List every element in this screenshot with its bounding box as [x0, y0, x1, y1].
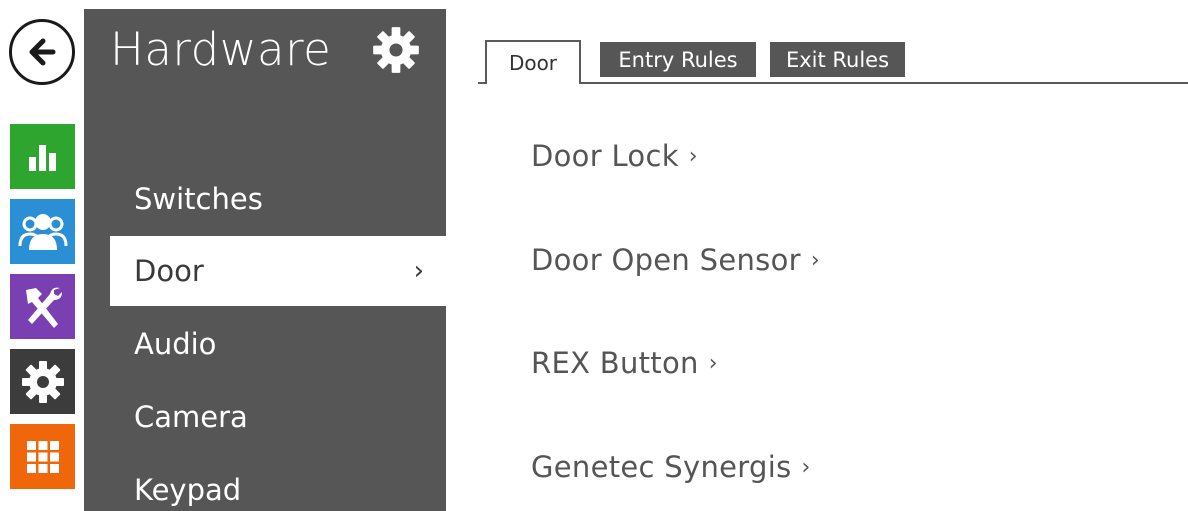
door-open-sensor-link[interactable]: Door Open Sensor › — [531, 243, 820, 277]
app-rail — [0, 0, 84, 511]
gear-icon — [373, 27, 419, 73]
genetec-synergis-link[interactable]: Genetec Synergis › — [531, 450, 811, 484]
nav-item-door[interactable]: Door › — [110, 236, 446, 306]
tools-icon — [25, 287, 62, 328]
active-tab-gap — [487, 82, 579, 85]
page-title: Hardware — [110, 23, 332, 76]
nav-item-keypad[interactable]: Keypad — [84, 455, 446, 511]
nav-item-label: Keypad — [134, 473, 242, 507]
rail-directory-button[interactable] — [10, 199, 75, 264]
rail-services-button[interactable] — [10, 274, 75, 339]
tab-door[interactable]: Door — [485, 40, 581, 84]
nav-item-audio[interactable]: Audio — [84, 309, 446, 379]
chevron-right-icon: › — [708, 351, 718, 376]
chevron-right-icon: › — [801, 455, 811, 480]
nav-item-label: Audio — [134, 327, 217, 361]
nav-item-switches[interactable]: Switches — [84, 164, 446, 234]
users-icon — [18, 213, 67, 250]
link-label: Genetec Synergis — [531, 450, 792, 484]
door-lock-link[interactable]: Door Lock › — [531, 139, 698, 173]
rail-status-button[interactable] — [10, 124, 75, 189]
back-arrow-icon — [29, 38, 56, 66]
chevron-right-icon: › — [413, 256, 424, 286]
nav-item-label: Camera — [134, 400, 248, 434]
nav-item-label: Door — [134, 254, 204, 288]
bar-chart-icon — [28, 144, 56, 171]
chevron-right-icon: › — [688, 144, 698, 169]
grid-icon — [26, 440, 59, 473]
back-button[interactable] — [9, 19, 75, 85]
link-label: Door Open Sensor — [531, 243, 801, 277]
nav-item-label: Switches — [134, 182, 263, 216]
tab-entry-rules[interactable]: Entry Rules — [600, 42, 756, 77]
section-nav: Hardware Switches Door › Audio Camera Ke… — [84, 9, 446, 511]
tab-bar-underline — [478, 82, 1188, 84]
nav-item-camera[interactable]: Camera — [84, 382, 446, 452]
gear-icon — [21, 360, 64, 403]
rail-hardware-button[interactable] — [10, 349, 75, 414]
tab-exit-rules[interactable]: Exit Rules — [770, 42, 905, 77]
hardware-settings-button[interactable] — [371, 25, 421, 75]
link-label: REX Button — [531, 346, 699, 380]
link-label: Door Lock — [531, 139, 679, 173]
chevron-right-icon: › — [810, 248, 820, 273]
rail-system-button[interactable] — [10, 424, 75, 489]
rex-button-link[interactable]: REX Button › — [531, 346, 718, 380]
